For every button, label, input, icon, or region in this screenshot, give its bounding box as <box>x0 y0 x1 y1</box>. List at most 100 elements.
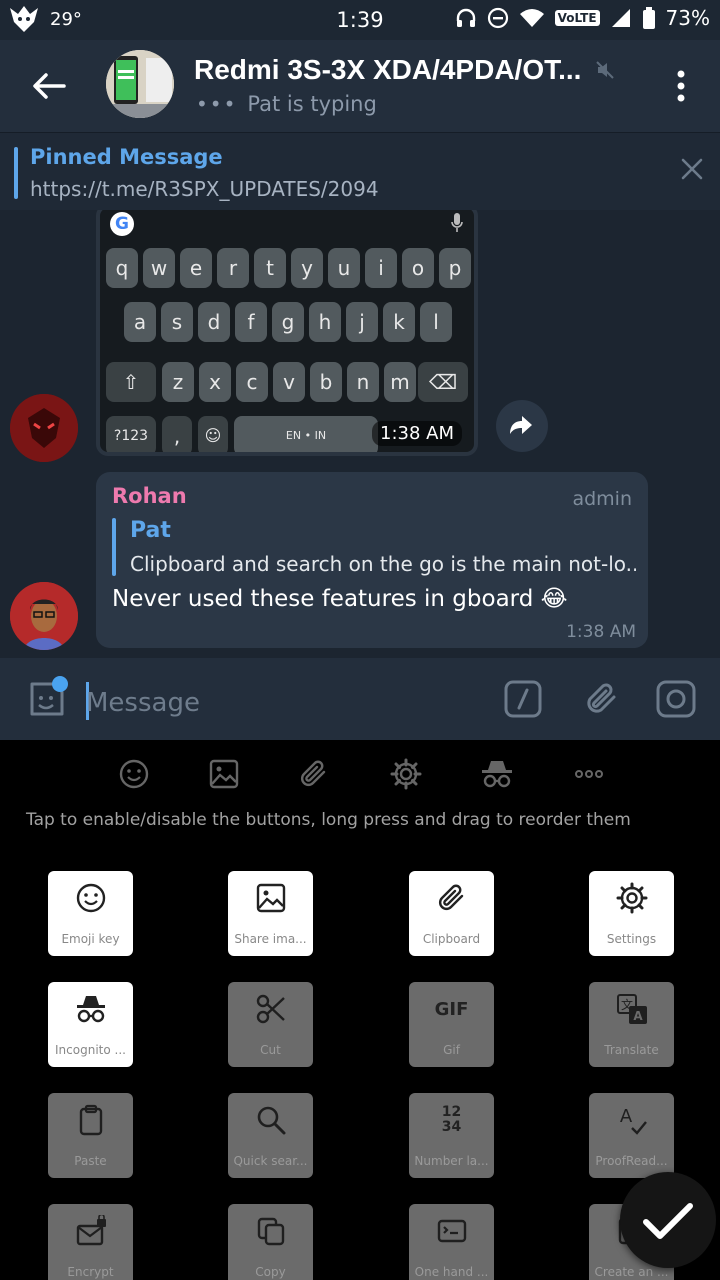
key-z: z <box>162 362 194 402</box>
message-input[interactable]: Message <box>86 688 200 718</box>
message-bubble[interactable]: Rohan admin Pat Clipboard and search on … <box>96 472 648 648</box>
translate-icon: 文A <box>589 992 674 1026</box>
tile-encrypt[interactable]: Encrypt <box>48 1204 133 1280</box>
clipboard-toolbar-icon[interactable] <box>298 758 330 790</box>
message-time: 1:38 AM <box>566 622 636 642</box>
key-d: d <box>198 302 230 342</box>
tile-proofread[interactable]: A ProofRead... <box>589 1093 674 1178</box>
emoji-icon <box>48 881 133 915</box>
wifi-icon <box>519 9 544 27</box>
emoji-toolbar-icon[interactable] <box>118 758 150 790</box>
tile-copy[interactable]: Copy <box>228 1204 313 1280</box>
tile-search[interactable]: Quick sear... <box>228 1093 313 1178</box>
close-icon[interactable] <box>680 157 704 181</box>
typing-status: ••• Pat is typing <box>196 92 377 116</box>
pinned-title: Pinned Message <box>30 145 223 169</box>
group-avatar[interactable] <box>106 50 174 118</box>
sender-avatar-rohan[interactable] <box>10 582 78 650</box>
camera-icon[interactable] <box>656 680 696 718</box>
number-layout-icon: 12 34 <box>409 1103 494 1137</box>
tile-label: Encrypt <box>67 1265 114 1279</box>
done-button[interactable] <box>620 1172 716 1268</box>
battery-icon <box>642 7 655 29</box>
bot-command-icon[interactable] <box>504 680 542 718</box>
message-text: Never used these features in gboard 😂 <box>112 586 568 612</box>
svg-text:A: A <box>619 1106 632 1127</box>
tile-translate[interactable]: 文 A Translate <box>589 982 674 1067</box>
tile-label: Share ima... <box>234 932 307 946</box>
image-icon <box>228 881 313 915</box>
key-e: e <box>180 248 212 288</box>
tile-label: Translate <box>604 1043 659 1057</box>
key-m: m <box>384 362 416 402</box>
battery-level: 73% <box>665 6 710 30</box>
tile-label: Copy <box>255 1265 286 1279</box>
key-v: v <box>273 362 305 402</box>
typing-dots-icon: ••• <box>196 92 238 116</box>
emoji-key-icon: ☺ <box>198 416 228 452</box>
key-g: g <box>272 302 304 342</box>
incognito-toolbar-icon[interactable] <box>480 758 514 790</box>
key-p: p <box>439 248 471 288</box>
one-hand-icon <box>409 1214 494 1248</box>
tile-gif[interactable]: GIF Gif <box>409 982 494 1067</box>
encrypt-icon <box>48 1214 133 1248</box>
tile-number-layout[interactable]: 12 34 Number la... <box>409 1093 494 1178</box>
more-options-icon[interactable] <box>574 758 604 790</box>
shift-key: ⇧ <box>106 362 156 402</box>
chat-title[interactable]: Redmi 3S-3X XDA/4PDA/OT... <box>194 54 581 86</box>
image-toolbar-icon[interactable] <box>208 758 240 790</box>
gear-icon <box>589 881 674 915</box>
sender-avatar-samurai[interactable] <box>10 394 78 462</box>
key-s: s <box>161 302 193 342</box>
svg-text:A: A <box>633 1009 643 1023</box>
clipboard-icon <box>409 881 494 915</box>
sender-name[interactable]: Rohan <box>112 484 187 508</box>
tile-paste[interactable]: Paste <box>48 1093 133 1178</box>
checkmark-icon <box>643 1203 693 1239</box>
tile-emoji[interactable]: Emoji key <box>48 871 133 956</box>
key-w: w <box>143 248 175 288</box>
gif-icon-glyph: GIF <box>434 998 469 1020</box>
more-menu-icon[interactable] <box>670 68 692 104</box>
tile-incognito[interactable]: Incognito ... <box>48 982 133 1067</box>
back-arrow-icon[interactable] <box>28 66 68 106</box>
status-bar: 29° 1:39 VoLTE 73% <box>0 0 720 40</box>
key-l: l <box>420 302 452 342</box>
incognito-icon <box>48 992 133 1026</box>
tile-one-hand[interactable]: One hand ... <box>409 1204 494 1280</box>
key-u: u <box>328 248 360 288</box>
keyboard-screenshot-image[interactable]: G qwertyuiop asdfghjkl zxcvbnm ⇧ ⌫ ?123 … <box>96 210 478 456</box>
keyboard-toolbar <box>0 740 720 808</box>
key-y: y <box>291 248 323 288</box>
tile-gear[interactable]: Settings <box>589 871 674 956</box>
tile-label: Paste <box>74 1154 107 1168</box>
muted-icon <box>596 61 614 79</box>
proofread-icon: A <box>589 1103 674 1137</box>
number-layout-icon-glyph: 12 34 <box>441 1104 462 1135</box>
tile-scissors[interactable]: Cut <box>228 982 313 1067</box>
tile-clipboard[interactable]: Clipboard <box>409 871 494 956</box>
space-key: EN • IN <box>234 416 378 452</box>
tile-label: Number la... <box>414 1154 489 1168</box>
tile-label: One hand ... <box>414 1265 489 1279</box>
reply-preview[interactable]: Clipboard and search on the go is the ma… <box>130 552 636 576</box>
key-h: h <box>309 302 341 342</box>
pinned-message-bar[interactable]: Pinned Message https://t.me/R3SPX_UPDATE… <box>0 132 720 210</box>
gif-icon: GIF <box>409 992 494 1026</box>
share-arrow-icon <box>510 416 532 434</box>
tile-image[interactable]: Share ima... <box>228 871 313 956</box>
key-r: r <box>217 248 249 288</box>
gear-toolbar-icon[interactable] <box>390 758 422 790</box>
key-c: c <box>236 362 268 402</box>
copy-icon <box>228 1214 313 1248</box>
key-n: n <box>347 362 379 402</box>
attach-icon[interactable] <box>584 680 620 718</box>
forward-button[interactable] <box>496 400 548 452</box>
chat-area[interactable]: G qwertyuiop asdfghjkl zxcvbnm ⇧ ⌫ ?123 … <box>0 210 720 658</box>
key-k: k <box>383 302 415 342</box>
headphones-icon <box>456 8 475 27</box>
tile-label: Gif <box>443 1043 460 1057</box>
reply-sender[interactable]: Pat <box>130 518 171 543</box>
volte-badge: VoLTE <box>554 10 600 26</box>
